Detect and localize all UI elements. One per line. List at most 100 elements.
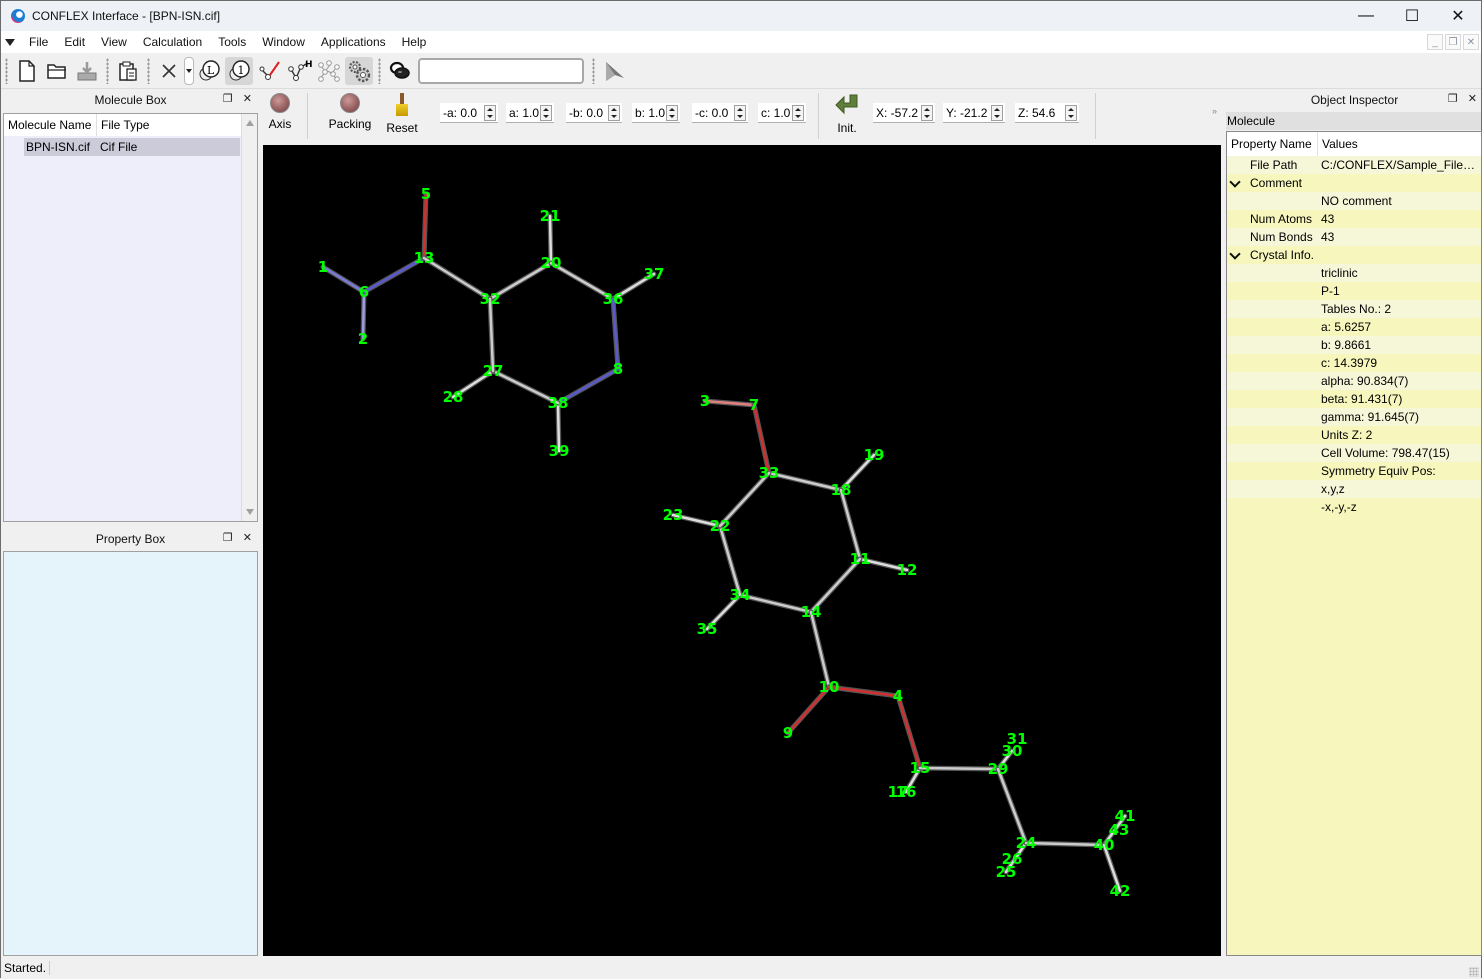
bond[interactable] [838,487,863,562]
atom-label[interactable]: 27 [483,362,504,380]
property-row[interactable]: Units Z: 2 [1227,426,1481,444]
bond[interactable] [487,296,496,374]
property-row[interactable]: Symmetry Equiv Pos: [1227,462,1481,480]
property-row[interactable]: b: 9.8661 [1227,336,1481,354]
atom-label[interactable]: 12 [897,561,918,579]
menu-window[interactable]: Window [254,31,313,53]
spinner-arrows-icon[interactable] [792,104,804,121]
link-button[interactable] [386,57,414,85]
molecule-list-item[interactable]: BPN-ISN.cif Cif File [24,138,240,156]
property-row[interactable]: -x,-y,-z [1227,498,1481,516]
atom-label[interactable]: 13 [414,249,435,267]
save-button[interactable] [73,57,101,85]
add-hydrogen-button[interactable]: H [285,57,313,85]
molecule-structure[interactable]: 1234567891011121314151617181920212223242… [263,145,1221,956]
coord-y-spinner[interactable]: Y: -21.2 [943,103,1005,123]
atom-label[interactable]: 20 [541,254,562,272]
bond[interactable] [895,693,923,771]
column-header-molecule-name[interactable]: Molecule Name [4,114,97,136]
property-row[interactable]: Num Bonds 43 [1227,228,1481,246]
float-panel-icon[interactable]: ❐ [223,92,233,105]
column-header-values[interactable]: Values [1318,132,1358,156]
property-row[interactable]: Cell Volume: 798.47(15) [1227,444,1481,462]
atom-label[interactable]: 37 [644,265,665,283]
close-button[interactable]: ✕ [1435,1,1481,31]
bond[interactable] [1023,840,1107,848]
property-row[interactable]: c: 14.3979 [1227,354,1481,372]
float-panel-icon[interactable]: ❐ [223,531,233,544]
close-panel-icon[interactable]: ✕ [243,92,252,105]
minimize-button[interactable]: — [1343,1,1389,31]
atom-label[interactable]: 8 [613,360,623,378]
chevron-down-icon[interactable] [1229,176,1241,188]
property-group-row[interactable]: Crystal Info. [1227,246,1481,264]
spinner-arrows-icon[interactable] [991,104,1003,121]
atom-label[interactable]: 3 [700,392,710,410]
molecule-3d-viewer[interactable]: 1 2 3 4 5 6 7 8 9 10 11 12 13 14 15 16 17 18 19 20 21 22 23 24 2… [263,145,1221,956]
mdi-close-button[interactable]: ✕ [1463,34,1479,50]
bond[interactable] [717,523,743,598]
property-row[interactable]: NO comment [1227,192,1481,210]
atom-label[interactable]: 1 [318,258,328,276]
atom-label[interactable]: 7 [749,396,759,414]
reset-button[interactable]: Reset [382,93,422,135]
property-row[interactable]: Num Atoms 43 [1227,210,1481,228]
atom-label[interactable]: 29 [988,760,1009,778]
property-row[interactable]: gamma: 91.645(7) [1227,408,1481,426]
cell-b-spinner[interactable]: b: 1.0 [632,103,680,123]
atom-label[interactable]: 26 [1002,850,1023,868]
atom-label[interactable]: 6 [359,283,369,301]
bond[interactable] [610,296,621,372]
menu-view[interactable]: View [93,31,135,53]
select-cursor-button[interactable] [600,57,628,85]
menu-help[interactable]: Help [394,31,435,53]
menu-applications[interactable]: Applications [313,31,394,53]
cell-c-spinner[interactable]: c: 1.0 [758,103,806,123]
atom-label[interactable]: 9 [783,724,793,742]
cell-minus-a-spinner[interactable]: -a: 0.0 [440,103,498,123]
coord-z-spinner[interactable]: Z: 54.6 [1015,103,1079,123]
close-panel-icon[interactable]: ✕ [243,531,252,544]
property-row[interactable]: P-1 [1227,282,1481,300]
atom-label[interactable]: 11 [850,550,871,568]
packing-button[interactable]: Packing [322,93,378,131]
spinner-arrows-icon[interactable] [608,104,620,121]
menu-file[interactable]: File [21,31,56,53]
paste-button[interactable] [114,57,142,85]
property-group-row[interactable]: Comment [1227,174,1481,192]
atom-label[interactable]: 23 [663,506,684,524]
coord-x-spinner[interactable]: X: -57.2 [873,103,935,123]
atom-label[interactable]: 32 [480,290,501,308]
column-header-property-name[interactable]: Property Name [1227,132,1318,156]
molecule-list-scrollbar[interactable] [241,114,257,521]
atom-label[interactable]: 21 [540,207,561,225]
atom-label[interactable]: 38 [548,394,569,412]
bond[interactable] [751,402,772,476]
atom-label[interactable]: 22 [710,517,731,535]
init-button[interactable]: Init. [827,93,867,135]
scroll-up-icon[interactable] [246,120,254,126]
menu-edit[interactable]: Edit [56,31,93,53]
atom-label[interactable]: 33 [759,464,780,482]
atom-label[interactable]: 10 [819,678,840,696]
cell-minus-b-spinner[interactable]: -b: 0.0 [566,103,622,123]
label-dropdown-button[interactable] [184,56,194,85]
settings-gears-button[interactable] [345,56,373,85]
cell-a-spinner[interactable]: a: 1.0 [506,103,554,123]
atom-label[interactable]: 2 [358,330,368,348]
atom-label[interactable]: 5 [421,185,431,203]
atom-label[interactable]: 19 [864,446,885,464]
property-row[interactable]: File Path C:/CONFLEX/Sample_Files/... [1227,156,1481,174]
float-panel-icon[interactable]: ❐ [1448,92,1458,105]
spinner-arrows-icon[interactable] [666,104,678,121]
toolbar-search-input[interactable] [418,57,584,84]
atom-label[interactable]: 4 [893,687,903,705]
open-folder-button[interactable] [43,57,71,85]
menu-tools[interactable]: Tools [210,31,254,53]
property-row[interactable]: x,y,z [1227,480,1481,498]
spinner-arrows-icon[interactable] [540,104,552,121]
expand-toolbar-icon[interactable]: » [1212,106,1217,116]
atom-label[interactable]: 15 [910,759,931,777]
mdi-restore-button[interactable]: ❐ [1445,34,1461,50]
label-number-button[interactable]: 1 [225,56,253,85]
